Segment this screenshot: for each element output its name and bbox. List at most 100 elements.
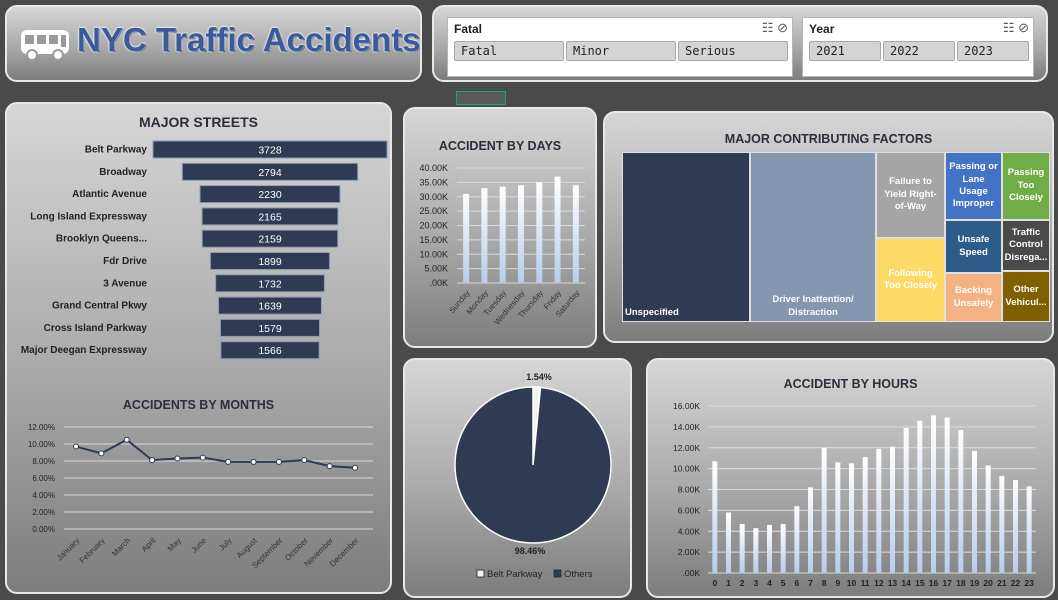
x-tick-label: 5: [781, 578, 786, 588]
x-tick-label: 15: [915, 578, 925, 588]
x-tick-label: May: [166, 536, 183, 553]
y-tick-label: 12.00%: [28, 423, 55, 432]
day-bar: [554, 176, 561, 283]
hour-bar: [821, 447, 827, 573]
pie-slice: [454, 386, 612, 544]
x-tick-label: 16: [929, 578, 939, 588]
hour-bar: [903, 427, 909, 573]
y-tick-label: 6.00K: [678, 505, 701, 515]
x-tick-label: 6: [794, 578, 799, 588]
y-tick-label: 15.00K: [419, 235, 448, 245]
month-point: [225, 458, 232, 465]
factors-panel: MAJOR CONTRIBUTING FACTORS Unspecified D…: [603, 111, 1054, 343]
legend-swatch: [476, 569, 485, 578]
hour-bar: [862, 457, 868, 573]
x-tick-label: 4: [767, 578, 772, 588]
multi-select-icon[interactable]: ☷: [1003, 20, 1015, 35]
street-value-label: 1566: [258, 345, 282, 357]
clear-filter-icon[interactable]: ⊘: [777, 20, 788, 35]
slicer-item-2023[interactable]: 2023: [957, 41, 1029, 61]
treemap-cell-failure-to-yield[interactable]: Failure to Yield Right-of-Way: [876, 152, 945, 238]
hour-bar: [849, 463, 854, 573]
treemap-cell-driver-inattention[interactable]: Driver Inattention/ Distraction: [750, 152, 876, 322]
street-value-label: 2794: [258, 167, 282, 179]
street-label: Belt Parkway: [85, 145, 148, 156]
street-label: Fdr Drive: [103, 256, 147, 267]
treemap-cell-unspecified[interactable]: Unspecified: [622, 152, 750, 322]
month-point: [174, 455, 181, 462]
x-tick-label: July: [217, 536, 233, 552]
treemap-cell-following-too-closely[interactable]: Following Too Closely: [876, 238, 945, 322]
treemap-cell-unsafe-speed[interactable]: Unsafe Speed: [945, 220, 1002, 273]
month-point: [199, 454, 206, 461]
street-label: Long Island Expressway: [30, 211, 147, 222]
page-title: NYC Traffic Accidents: [77, 21, 421, 58]
month-point: [149, 457, 156, 464]
x-tick-label: 14: [901, 578, 911, 588]
slicer-item-fatal[interactable]: Fatal: [454, 41, 564, 61]
fatal-slicer-title: Fatal: [454, 22, 483, 36]
hours-chart: .00K 2.00K 4.00K 6.00K 8.00K 10.00K 12.00K 14.0…: [673, 401, 1036, 588]
fatal-slicer: Fatal ☷ ⊘ Fatal Minor Serious: [447, 17, 793, 77]
days-title: ACCIDENT BY DAYS: [438, 139, 562, 153]
street-label: Atlantic Avenue: [72, 189, 147, 200]
hour-bar: [1013, 480, 1018, 573]
hour-bar: [999, 475, 1005, 573]
slicer-item-2022[interactable]: 2022: [883, 41, 955, 61]
street-label: Brooklyn Queens...: [56, 234, 147, 245]
month-point: [301, 457, 308, 464]
x-tick-label: 21: [997, 578, 1007, 588]
treemap-cell-backing-unsafely[interactable]: Backing Unsafely: [945, 273, 1002, 322]
x-tick-label: February: [78, 536, 107, 565]
treemap-cell-passing-lane-improper[interactable]: Passing or Lane Usage Improper: [945, 152, 1002, 220]
street-value-label: 2230: [258, 189, 282, 201]
y-tick-label: 2.00K: [678, 547, 701, 557]
street-label: Cross Island Parkway: [44, 323, 148, 334]
hour-bar: [780, 523, 786, 573]
month-point: [123, 436, 130, 443]
hour-bar: [890, 446, 895, 573]
clear-filter-icon[interactable]: ⊘: [1018, 20, 1029, 35]
slicer-item-serious[interactable]: Serious: [678, 41, 788, 61]
street-value-label: 2165: [258, 211, 282, 223]
streets-title: MAJOR STREETS: [138, 114, 258, 130]
hour-bar: [1026, 486, 1032, 573]
y-tick-label: 20.00K: [419, 221, 448, 231]
y-tick-label: 12.00K: [673, 443, 700, 453]
treemap-cell-other-vehicular[interactable]: Other Vehicul...: [1002, 271, 1050, 322]
x-tick-label: 0: [712, 578, 717, 588]
street-label: Major Deegan Expressway: [21, 345, 148, 356]
month-point: [275, 458, 282, 465]
treemap-cell-passing-too-closely[interactable]: Passing Too Closely: [1002, 152, 1050, 220]
month-point: [352, 464, 358, 471]
slicer-item-minor[interactable]: Minor: [566, 41, 676, 61]
hour-bar: [985, 465, 991, 573]
y-tick-label: .00K: [429, 278, 448, 288]
slicer-item-2021[interactable]: 2021: [809, 41, 881, 61]
hour-bar: [794, 506, 800, 573]
treemap-cell-traffic-control[interactable]: Traffic Control Disrega...: [1002, 220, 1050, 271]
treemap: Unspecified Driver Inattention/ Distract…: [622, 152, 1050, 322]
x-tick-label: 23: [1024, 578, 1034, 588]
hours-title: ACCIDENT BY HOURS: [783, 377, 918, 391]
hour-bar: [726, 512, 731, 573]
x-tick-label: March: [110, 536, 132, 558]
months-title: ACCIDENTS BY MONTHS: [122, 398, 275, 412]
days-chart: .00K 5.00K 10.00K 15.00K 20.00K 25.00K 30.00K 3…: [419, 163, 585, 327]
y-tick-label: 40.00K: [419, 163, 448, 173]
day-bar: [518, 185, 524, 283]
street-value-label: 1639: [258, 301, 282, 313]
y-tick-label: 8.00K: [678, 485, 701, 495]
x-tick-label: 1: [726, 578, 731, 588]
x-tick-label: 13: [888, 578, 898, 588]
street-value-label: 2159: [258, 234, 282, 246]
y-tick-label: 10.00%: [28, 440, 55, 449]
x-tick-label: 12: [874, 578, 884, 588]
y-tick-label: 6.00%: [32, 474, 55, 483]
selected-cell[interactable]: [456, 91, 506, 105]
month-point: [73, 443, 79, 450]
day-bar: [481, 188, 488, 283]
multi-select-icon[interactable]: ☷: [762, 20, 774, 35]
hour-bar: [917, 420, 923, 573]
x-tick-label: 11: [861, 578, 870, 588]
